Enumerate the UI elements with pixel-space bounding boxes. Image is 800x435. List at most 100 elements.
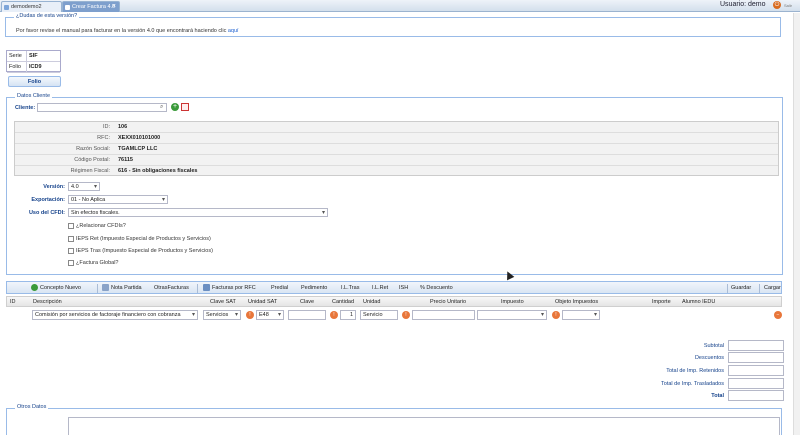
concept-toolbar: Concepto Nuevo Nota Partida OtrasFactura… bbox=[6, 281, 782, 294]
header-alumno[interactable]: Alumno IEDU bbox=[682, 299, 715, 305]
ieps-tras-label: IEPS Tras (Impuesto Especial de Producto… bbox=[76, 248, 213, 254]
toolbar-otras-facturas[interactable]: OtrasFacturas bbox=[154, 285, 189, 291]
toolbar-separator bbox=[97, 284, 98, 293]
logout-link[interactable]: Salir bbox=[784, 3, 792, 8]
toolbar-ish[interactable]: ISH bbox=[399, 285, 408, 291]
toolbar-facturas-rfc[interactable]: Facturas por RFC bbox=[212, 285, 256, 291]
subtotal-label: Subtotal bbox=[703, 343, 724, 349]
descuentos-value bbox=[728, 352, 784, 363]
toolbar-predial[interactable]: Predial bbox=[271, 285, 288, 291]
toolbar-concepto-nuevo[interactable]: Concepto Nuevo bbox=[40, 285, 81, 291]
cliente-label: Cliente: bbox=[15, 105, 36, 111]
objeto-info-icon[interactable]: ! bbox=[552, 311, 560, 319]
exportacion-label: Exportación: bbox=[31, 197, 65, 203]
trasladados-value bbox=[728, 378, 784, 389]
tab-icon bbox=[65, 5, 70, 10]
grid-header: ID Descripción Clave SAT Unidad SAT Clav… bbox=[6, 296, 782, 307]
header-id[interactable]: ID bbox=[10, 299, 16, 305]
version-select[interactable]: 4.0 bbox=[68, 182, 100, 191]
otros-textarea[interactable] bbox=[68, 417, 780, 435]
exportacion-select[interactable]: 01 - No Aplica bbox=[68, 195, 168, 204]
tab-demodemo2[interactable]: demodemo2 bbox=[1, 1, 62, 12]
toolbar-il-ret[interactable]: I.L.Ret bbox=[372, 285, 388, 291]
add-concept-icon bbox=[31, 284, 38, 291]
toolbar-separator bbox=[197, 284, 198, 293]
descripcion-select[interactable]: Comisión por servicios de factoraje fina… bbox=[32, 310, 198, 320]
pdf-icon[interactable] bbox=[181, 103, 189, 111]
rfc-label: RFC: bbox=[97, 135, 110, 141]
clave-sat-select[interactable]: Servicios bbox=[203, 310, 241, 320]
header-unidad[interactable]: Unidad bbox=[363, 299, 380, 305]
notice-box: ¿Dudas de esta versión? Por favor revise… bbox=[5, 13, 781, 37]
unidad-input[interactable]: Servicio bbox=[360, 310, 398, 320]
add-icon[interactable]: + bbox=[171, 103, 179, 111]
user-label: Usuario: demo bbox=[720, 1, 766, 8]
toolbar-descuento[interactable]: % Descuento bbox=[420, 285, 453, 291]
ieps-tras-checkbox[interactable] bbox=[68, 248, 74, 254]
toolbar-nota-partida[interactable]: Nota Partida bbox=[111, 285, 142, 291]
relacionar-label: ¿Relacionar CFDIs? bbox=[76, 223, 126, 229]
cantidad-input[interactable]: 1 bbox=[340, 310, 356, 320]
header-cantidad[interactable]: Cantidad bbox=[332, 299, 354, 305]
factura-global-checkbox[interactable] bbox=[68, 260, 74, 266]
toolbar-separator bbox=[727, 284, 728, 293]
razon-label: Razón Social: bbox=[76, 146, 110, 152]
serie-label: Serie bbox=[7, 51, 27, 61]
header-clave[interactable]: Clave bbox=[300, 299, 314, 305]
total-value bbox=[728, 390, 784, 401]
tab-label: Crear Factura 4.0 bbox=[72, 4, 116, 10]
cp-label: Código Postal: bbox=[74, 157, 110, 163]
save-button[interactable]: Guardar bbox=[731, 285, 751, 291]
notice-link[interactable]: aquí bbox=[228, 28, 239, 34]
ieps-ret-label: IEPS Ret (Impuesto Especial de Productos… bbox=[76, 236, 211, 242]
cliente-info-grid: ID: 106 RFC: XEXX010101000 Razón Social: TG… bbox=[14, 121, 779, 176]
load-button[interactable]: Cargar bbox=[764, 285, 781, 291]
delete-row-icon[interactable]: − bbox=[774, 311, 782, 319]
precio-input[interactable] bbox=[412, 310, 475, 320]
folio-button[interactable]: Folio bbox=[8, 76, 61, 87]
notice-message: Por favor revise el manual para facturar… bbox=[16, 28, 239, 34]
version-label: Versión: bbox=[43, 184, 65, 190]
factura-global-label: ¿Factura Global? bbox=[76, 260, 119, 266]
unidad-sat-select[interactable]: E48 bbox=[256, 310, 284, 320]
close-icon[interactable]: × bbox=[112, 3, 116, 10]
regimen-value: 616 - Sin obligaciones fiscales bbox=[118, 168, 198, 174]
objeto-select[interactable] bbox=[562, 310, 600, 320]
vertical-scrollbar[interactable] bbox=[793, 13, 800, 435]
header-unidad-sat[interactable]: Unidad SAT bbox=[248, 299, 277, 305]
cp-value: 76115 bbox=[118, 157, 133, 163]
header-clave-sat[interactable]: Clave SAT bbox=[210, 299, 236, 305]
serie-folio-table: Serie SIF Folio ICD9 bbox=[6, 50, 61, 73]
tab-icon bbox=[4, 5, 9, 10]
descuentos-label: Descuentos bbox=[694, 355, 724, 361]
clave-input[interactable] bbox=[288, 310, 326, 320]
tab-label: demodemo2 bbox=[11, 4, 42, 10]
cliente-input[interactable] bbox=[37, 103, 167, 112]
toolbar-pedimento[interactable]: Pedimento bbox=[301, 285, 327, 291]
precio-info-icon[interactable]: ! bbox=[402, 311, 410, 319]
relacionar-checkbox[interactable] bbox=[68, 223, 74, 229]
power-icon[interactable]: ⏻ bbox=[773, 1, 781, 9]
regimen-label: Régimen Fiscal: bbox=[70, 168, 110, 174]
ieps-ret-checkbox[interactable] bbox=[68, 236, 74, 242]
toolbar-il-tras[interactable]: I.L.Tras bbox=[341, 285, 359, 291]
id-value: 106 bbox=[118, 124, 128, 130]
clave-sat-info-icon[interactable]: ! bbox=[246, 311, 254, 319]
rfc-value: XEXX010101000 bbox=[118, 135, 161, 141]
header-precio[interactable]: Precio Unitario bbox=[430, 299, 466, 305]
razon-value: TGAMLCP LLC bbox=[118, 146, 158, 152]
header-descripcion[interactable]: Descripción bbox=[33, 299, 62, 305]
trasladados-label: Total de Imp. Trasladados bbox=[661, 381, 724, 387]
header-importe[interactable]: Importe bbox=[652, 299, 671, 305]
note-icon bbox=[102, 284, 109, 291]
header-impuesto[interactable]: Impuesto bbox=[501, 299, 524, 305]
impuesto-select[interactable] bbox=[477, 310, 547, 320]
header-objeto[interactable]: Objeto Impuestos bbox=[555, 299, 598, 305]
tab-crear-factura[interactable]: Crear Factura 4.0 × bbox=[62, 1, 120, 12]
uso-cfdi-select[interactable]: Sin efectos fiscales. bbox=[68, 208, 328, 217]
toolbar-separator bbox=[759, 284, 760, 293]
notice-title: ¿Dudas de esta versión? bbox=[14, 13, 80, 19]
serie-value: SIF bbox=[29, 53, 38, 59]
search-icon[interactable]: ⌕ bbox=[160, 104, 168, 112]
cantidad-info-icon[interactable]: ! bbox=[330, 311, 338, 319]
